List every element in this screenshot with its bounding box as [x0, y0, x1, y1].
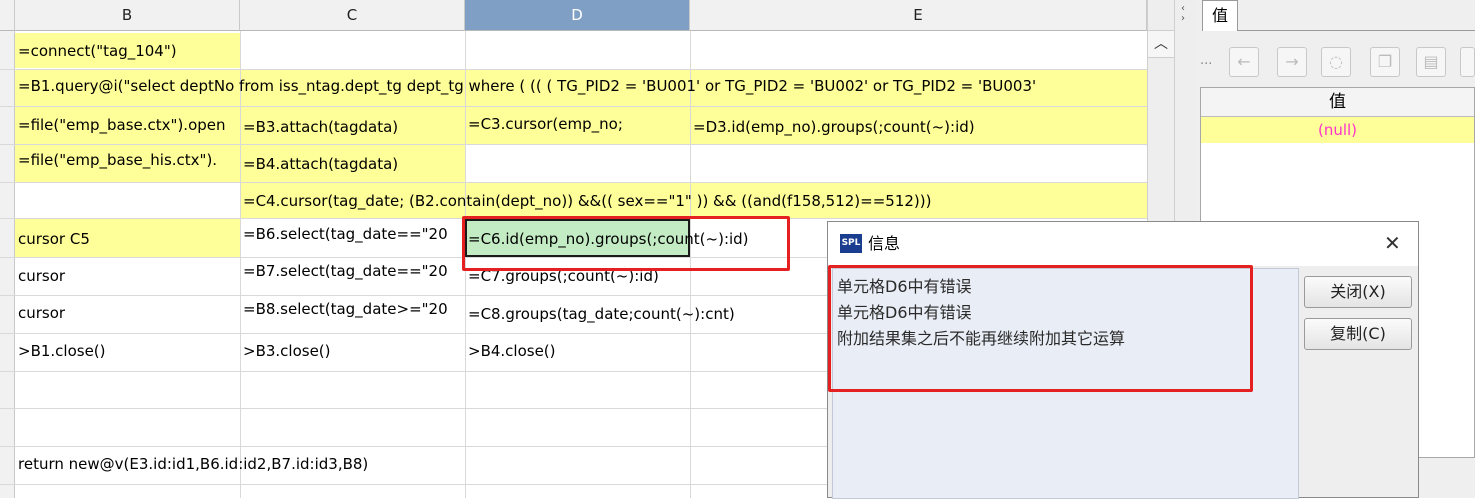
cell-d9[interactable]: >B4.close(): [468, 339, 556, 363]
highlight-box-d6: [462, 216, 790, 271]
cell-b6[interactable]: cursor C5: [18, 227, 90, 251]
inspect-icon[interactable]: ◌: [1321, 47, 1351, 77]
cell-c9[interactable]: >B3.close(): [243, 339, 331, 363]
row-header-corner: [0, 0, 15, 31]
export-icon[interactable]: ▤: [1416, 47, 1446, 77]
close-icon[interactable]: ✕: [1384, 232, 1401, 254]
column-header-c[interactable]: C: [240, 0, 465, 31]
cell-c6[interactable]: =B6.select(tag_date=="20: [243, 222, 465, 246]
cell-c4[interactable]: =B4.attach(tagdata): [243, 152, 465, 176]
column-header-e[interactable]: E: [690, 0, 1147, 31]
cell-b8[interactable]: cursor: [18, 301, 65, 325]
cell-b9[interactable]: >B1.close(): [18, 339, 106, 363]
cell-b12[interactable]: return new@v(E3.id:id1,B6.id:id2,B7.id:i…: [18, 452, 368, 476]
row-header-strip[interactable]: [0, 31, 15, 498]
cell-d3[interactable]: =C3.cursor(emp_no;: [468, 112, 623, 136]
cell-b4[interactable]: =file("emp_base_his.ctx").: [18, 148, 240, 172]
tab-value[interactable]: 值: [1202, 0, 1238, 31]
cell-d8[interactable]: =C8.groups(tag_date;count(~):cnt): [468, 302, 735, 326]
value-cell[interactable]: (null): [1201, 117, 1474, 143]
cell-c5[interactable]: =C4.cursor(tag_date; (B2.contain(dept_no…: [243, 189, 931, 213]
cell-e3[interactable]: =D3.id(emp_no).groups(;count(~):id): [693, 115, 975, 139]
cell-c3[interactable]: =B3.attach(tagdata): [243, 115, 465, 139]
column-header-d[interactable]: D: [465, 0, 690, 31]
dialog-titlebar[interactable]: SPL 信息 ✕: [828, 222, 1418, 266]
more-dots[interactable]: ...: [1200, 53, 1212, 68]
forward-icon[interactable]: →: [1277, 47, 1307, 77]
highlight-box-messages: [828, 265, 1253, 392]
scroll-up-button[interactable]: ︿: [1148, 31, 1174, 58]
dialog-title: 信息: [868, 234, 901, 253]
value-table-header: 值: [1201, 88, 1474, 117]
copy-button[interactable]: 复制(C): [1304, 318, 1412, 350]
column-header-b[interactable]: B: [15, 0, 240, 31]
cell-b7[interactable]: cursor: [18, 264, 65, 288]
cell-c8[interactable]: =B8.select(tag_date>="20: [243, 297, 465, 321]
copy-icon[interactable]: ❐: [1370, 47, 1400, 77]
cell-b3[interactable]: =file("emp_base.ctx").open: [18, 113, 240, 137]
grid-corner: [1147, 0, 1174, 31]
expand-right-icon[interactable]: ›: [1181, 14, 1185, 24]
spl-logo-icon: SPL: [840, 234, 862, 253]
cell-b2[interactable]: =B1.query@i("select deptNo from iss_ntag…: [18, 74, 1036, 98]
close-button[interactable]: 关闭(X): [1304, 276, 1412, 308]
back-icon[interactable]: ←: [1229, 47, 1259, 77]
more-tool-icon[interactable]: [1460, 47, 1475, 77]
cell-b1[interactable]: =connect("tag_104"): [18, 39, 177, 63]
cell-c7[interactable]: =B7.select(tag_date=="20: [243, 259, 465, 283]
